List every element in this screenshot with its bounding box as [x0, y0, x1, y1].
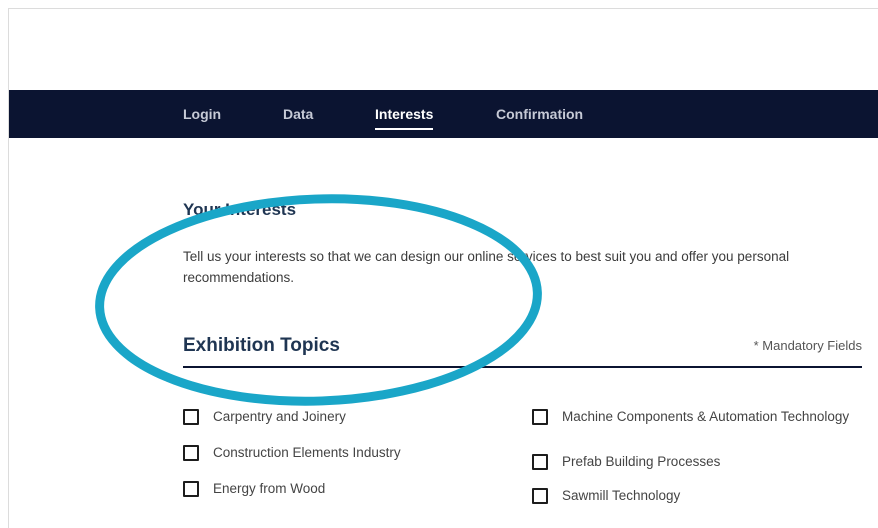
interests-description: Tell us your interests so that we can de…: [183, 249, 790, 285]
topic-checkbox-prefab-building[interactable]: Prefab Building Processes: [532, 453, 862, 470]
topic-checkbox-machine-components[interactable]: Machine Components & Automation Technolo…: [532, 408, 862, 425]
checkbox-icon[interactable]: [183, 409, 199, 425]
checkbox-icon[interactable]: [183, 481, 199, 497]
step-navigation: Login Data Interests Confirmation: [9, 90, 878, 138]
topic-label: Construction Elements Industry: [213, 445, 401, 460]
topic-checkbox-construction-elements[interactable]: Construction Elements Industry: [183, 444, 513, 461]
tab-interests[interactable]: Interests: [375, 90, 434, 138]
tab-login[interactable]: Login: [183, 90, 221, 138]
topic-label: Prefab Building Processes: [562, 454, 721, 469]
checkbox-icon[interactable]: [183, 445, 199, 461]
topic-label: Machine Components & Automation Technolo…: [562, 409, 850, 424]
tab-data[interactable]: Data: [283, 90, 313, 138]
topic-label: Carpentry and Joinery: [213, 409, 346, 424]
topic-checkbox-sawmill[interactable]: Sawmill Technology: [532, 487, 862, 504]
topic-checkbox-carpentry[interactable]: Carpentry and Joinery: [183, 408, 513, 425]
topic-checkbox-energy-from-wood[interactable]: Energy from Wood: [183, 480, 513, 497]
your-interests-heading: Your Interests: [183, 200, 297, 219]
topic-label: Energy from Wood: [213, 481, 326, 496]
exhibition-topics-heading: Exhibition Topics: [183, 335, 340, 356]
section-divider: [183, 366, 862, 368]
checkbox-icon[interactable]: [532, 488, 548, 504]
checkbox-icon[interactable]: [532, 409, 548, 425]
checkbox-icon[interactable]: [532, 454, 548, 470]
topic-label: Sawmill Technology: [562, 488, 681, 503]
tab-confirmation[interactable]: Confirmation: [496, 90, 583, 138]
mandatory-fields-note: * Mandatory Fields: [753, 338, 862, 353]
